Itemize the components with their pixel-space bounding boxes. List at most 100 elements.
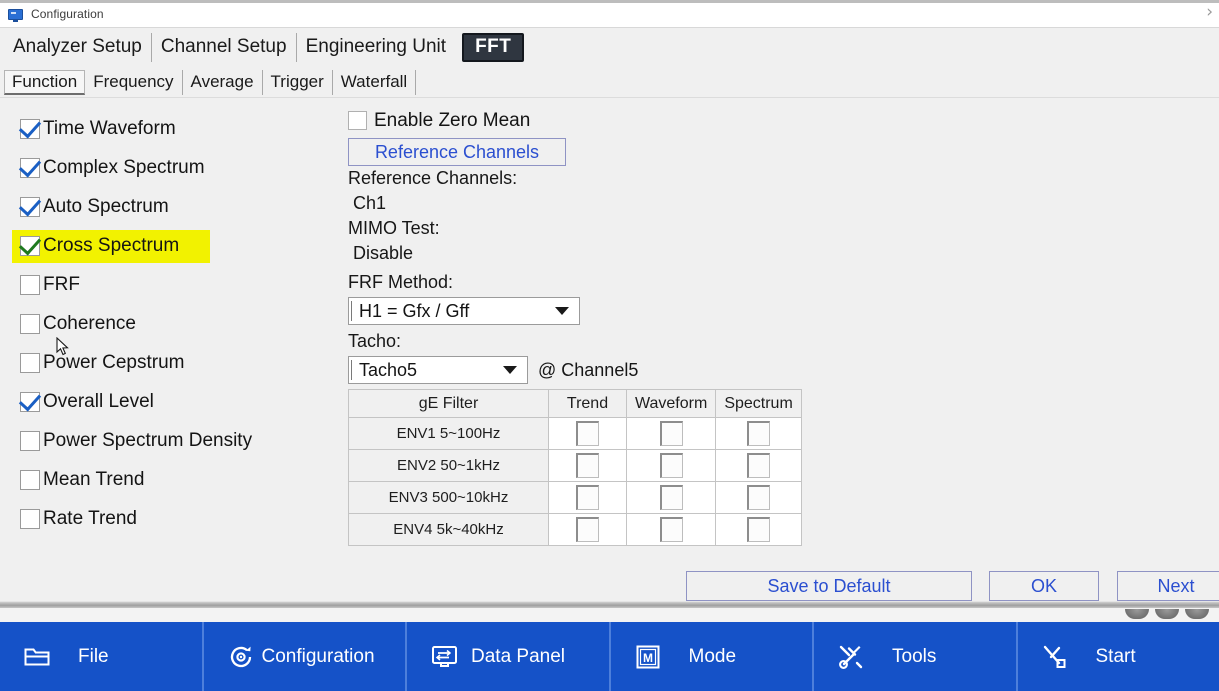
tacho-channel-label: @ Channel5	[538, 359, 639, 380]
checkbox-row-power-spectrum-density[interactable]: Power Spectrum Density	[20, 421, 330, 460]
checkbox-label: Coherence	[43, 312, 136, 334]
reference-channels-button[interactable]: Reference Channels	[348, 138, 566, 166]
header-spectrum: Spectrum	[715, 389, 802, 418]
cell-env4-trend[interactable]	[548, 513, 627, 546]
checkbox-coherence[interactable]	[20, 313, 40, 334]
checkbox-env2-waveform[interactable]	[659, 453, 683, 478]
ok-button[interactable]: OK	[989, 571, 1099, 601]
checkbox-row-rate-trend[interactable]: Rate Trend	[20, 499, 330, 538]
cell-env2-spectrum[interactable]	[715, 449, 802, 482]
main-tab-bar: Analyzer Setup Channel Setup Engineering…	[0, 29, 1219, 65]
checkbox-label: Mean Trend	[43, 468, 145, 490]
dialog-footer: Save to Default OK Next	[0, 560, 1219, 601]
checkbox-enable-zero-mean[interactable]	[348, 111, 367, 130]
checkbox-auto-spectrum[interactable]	[20, 196, 40, 217]
tab-engineering-unit[interactable]: Engineering Unit	[297, 33, 455, 62]
checkbox-env4-trend[interactable]	[576, 517, 599, 542]
gear-refresh-icon	[226, 642, 256, 672]
toolbar-item-configuration[interactable]: Configuration	[204, 622, 407, 691]
tab-channel-setup[interactable]: Channel Setup	[152, 32, 297, 62]
toolbar-item-file[interactable]: File	[0, 622, 204, 691]
checkbox-env3-trend[interactable]	[576, 485, 599, 510]
checkbox-overall-level[interactable]	[20, 391, 40, 412]
checkbox-complex-spectrum[interactable]	[20, 157, 40, 178]
checkbox-row-overall-level[interactable]: Overall Level	[20, 382, 330, 421]
toolbar-item-start[interactable]: Start	[1018, 622, 1219, 691]
cell-env4-spectrum[interactable]	[715, 513, 802, 546]
row-name-env2: ENV2 50~1kHz	[348, 449, 549, 482]
ge-filter-table: gE Filter Trend Waveform Spectrum ENV1 5…	[348, 389, 802, 546]
checkbox-env1-spectrum[interactable]	[747, 421, 771, 446]
checkbox-cross-spectrum[interactable]	[20, 235, 40, 256]
checkbox-row-mean-trend[interactable]: Mean Trend	[20, 460, 330, 499]
subtab-average[interactable]: Average	[183, 70, 263, 95]
checkbox-env3-spectrum[interactable]	[747, 485, 771, 510]
chevron-down-icon[interactable]	[503, 366, 517, 374]
save-to-default-button[interactable]: Save to Default	[686, 571, 972, 601]
header-waveform: Waveform	[625, 389, 717, 418]
function-checkbox-list: Time Waveform Complex Spectrum Auto Spec…	[12, 109, 330, 538]
checkbox-time-waveform[interactable]	[20, 118, 40, 139]
checkbox-row-complex-spectrum[interactable]: Complex Spectrum	[20, 148, 330, 187]
frf-method-label: FRF Method:	[348, 272, 454, 292]
checkbox-env4-spectrum[interactable]	[747, 517, 771, 542]
toolbar-label: Start	[1095, 645, 1136, 667]
m-box-icon: M	[633, 642, 663, 672]
subtab-function[interactable]: Function	[4, 70, 86, 95]
toolbar-item-data-panel[interactable]: Data Panel	[407, 622, 611, 691]
subtab-trigger[interactable]: Trigger	[263, 70, 333, 95]
cell-env1-waveform[interactable]	[625, 417, 717, 450]
mimo-test-value: Disable	[353, 243, 414, 263]
cell-env1-spectrum[interactable]	[715, 417, 802, 450]
tab-analyzer-setup[interactable]: Analyzer Setup	[4, 32, 152, 62]
cell-env2-waveform[interactable]	[625, 449, 717, 482]
checkbox-env1-waveform[interactable]	[659, 421, 683, 446]
cell-env2-trend[interactable]	[548, 449, 627, 482]
checkbox-power-cepstrum[interactable]	[20, 352, 40, 373]
checkbox-env1-trend[interactable]	[576, 421, 599, 446]
reference-channels-caption: Reference Channels:	[348, 168, 518, 188]
table-row: ENV2 50~1kHz	[348, 449, 802, 482]
frf-method-dropdown-row: H1 = Gfx / Gff	[348, 297, 808, 325]
tacho-dropdown[interactable]: Tacho5	[348, 356, 528, 384]
cell-env1-trend[interactable]	[548, 417, 627, 450]
frf-method-dropdown[interactable]: H1 = Gfx / Gff	[348, 297, 580, 325]
header-trend: Trend	[548, 389, 627, 418]
checkbox-row-auto-spectrum[interactable]: Auto Spectrum	[20, 187, 330, 226]
checkbox-rate-trend[interactable]	[20, 508, 40, 529]
cell-env3-waveform[interactable]	[625, 481, 717, 514]
cell-env3-trend[interactable]	[548, 481, 627, 514]
cell-env3-spectrum[interactable]	[715, 481, 802, 514]
checkbox-row-frf[interactable]: FRF	[20, 265, 330, 304]
subtab-frequency[interactable]: Frequency	[85, 70, 183, 95]
checkbox-row-power-cepstrum[interactable]: Power Cepstrum	[20, 343, 330, 382]
table-header-row: gE Filter Trend Waveform Spectrum	[348, 389, 802, 418]
svg-text:M: M	[643, 651, 653, 665]
toolbar-item-mode[interactable]: M Mode	[611, 622, 814, 691]
checkbox-label: Time Waveform	[43, 117, 176, 139]
checkbox-env3-waveform[interactable]	[659, 485, 683, 510]
reference-channels-value: Ch1	[353, 193, 387, 213]
checkbox-row-time-waveform[interactable]: Time Waveform	[20, 109, 330, 148]
chevron-down-icon[interactable]	[555, 307, 569, 315]
checkbox-power-spectrum-density[interactable]	[20, 430, 40, 451]
checkbox-env2-spectrum[interactable]	[747, 453, 771, 478]
checkbox-label: Complex Spectrum	[43, 156, 205, 178]
monitor-icon	[8, 8, 23, 22]
cell-env4-waveform[interactable]	[625, 513, 717, 546]
subtab-waterfall[interactable]: Waterfall	[333, 70, 417, 95]
checkbox-row-cross-spectrum[interactable]: Cross Spectrum	[12, 226, 330, 265]
checkbox-env2-trend[interactable]	[576, 453, 599, 478]
checkbox-env4-waveform[interactable]	[659, 517, 683, 542]
checkbox-frf[interactable]	[20, 274, 40, 295]
next-button[interactable]: Next	[1117, 571, 1219, 601]
scissors-start-icon	[1040, 642, 1070, 672]
enable-zero-mean-row[interactable]: Enable Zero Mean	[348, 107, 808, 134]
chevron-right-icon[interactable]: ›	[1206, 4, 1213, 21]
checkbox-label: FRF	[43, 273, 80, 295]
toolbar-item-tools[interactable]: Tools	[814, 622, 1018, 691]
tab-fft[interactable]: FFT	[462, 32, 525, 62]
checkbox-row-coherence[interactable]: Coherence	[20, 304, 330, 343]
checkbox-mean-trend[interactable]	[20, 469, 40, 490]
decorative-nubs	[1125, 609, 1217, 621]
